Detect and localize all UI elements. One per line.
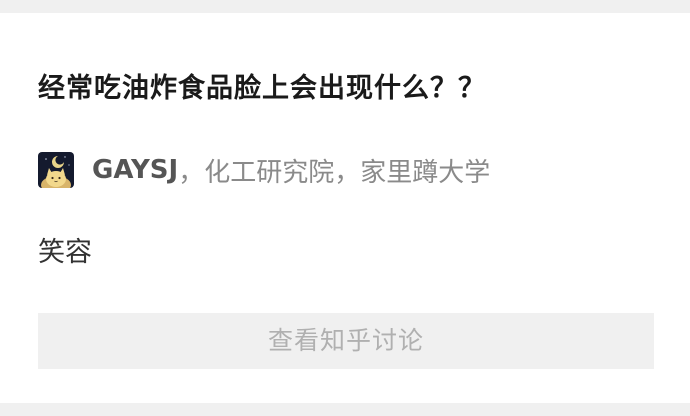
view-zhihu-discussion-button[interactable]: 查看知乎讨论	[38, 313, 654, 369]
author-row: GAYSJ ，化工研究院，家里蹲大学	[38, 151, 490, 189]
answer-text[interactable]: 笑容	[38, 235, 92, 271]
question-title[interactable]: 经常吃油炸食品脸上会出现什么？？	[38, 71, 486, 107]
answer-card: 经常吃油炸食品脸上会出现什么？？ GAYSJ ，化工研究院，家里蹲大学 笑容 查…	[0, 13, 690, 403]
avatar[interactable]	[38, 152, 74, 188]
author-bio: ，化工研究院，家里蹲大学	[178, 157, 491, 188]
author-name[interactable]: GAYSJ	[92, 155, 178, 185]
cat-avatar-icon	[38, 152, 74, 188]
